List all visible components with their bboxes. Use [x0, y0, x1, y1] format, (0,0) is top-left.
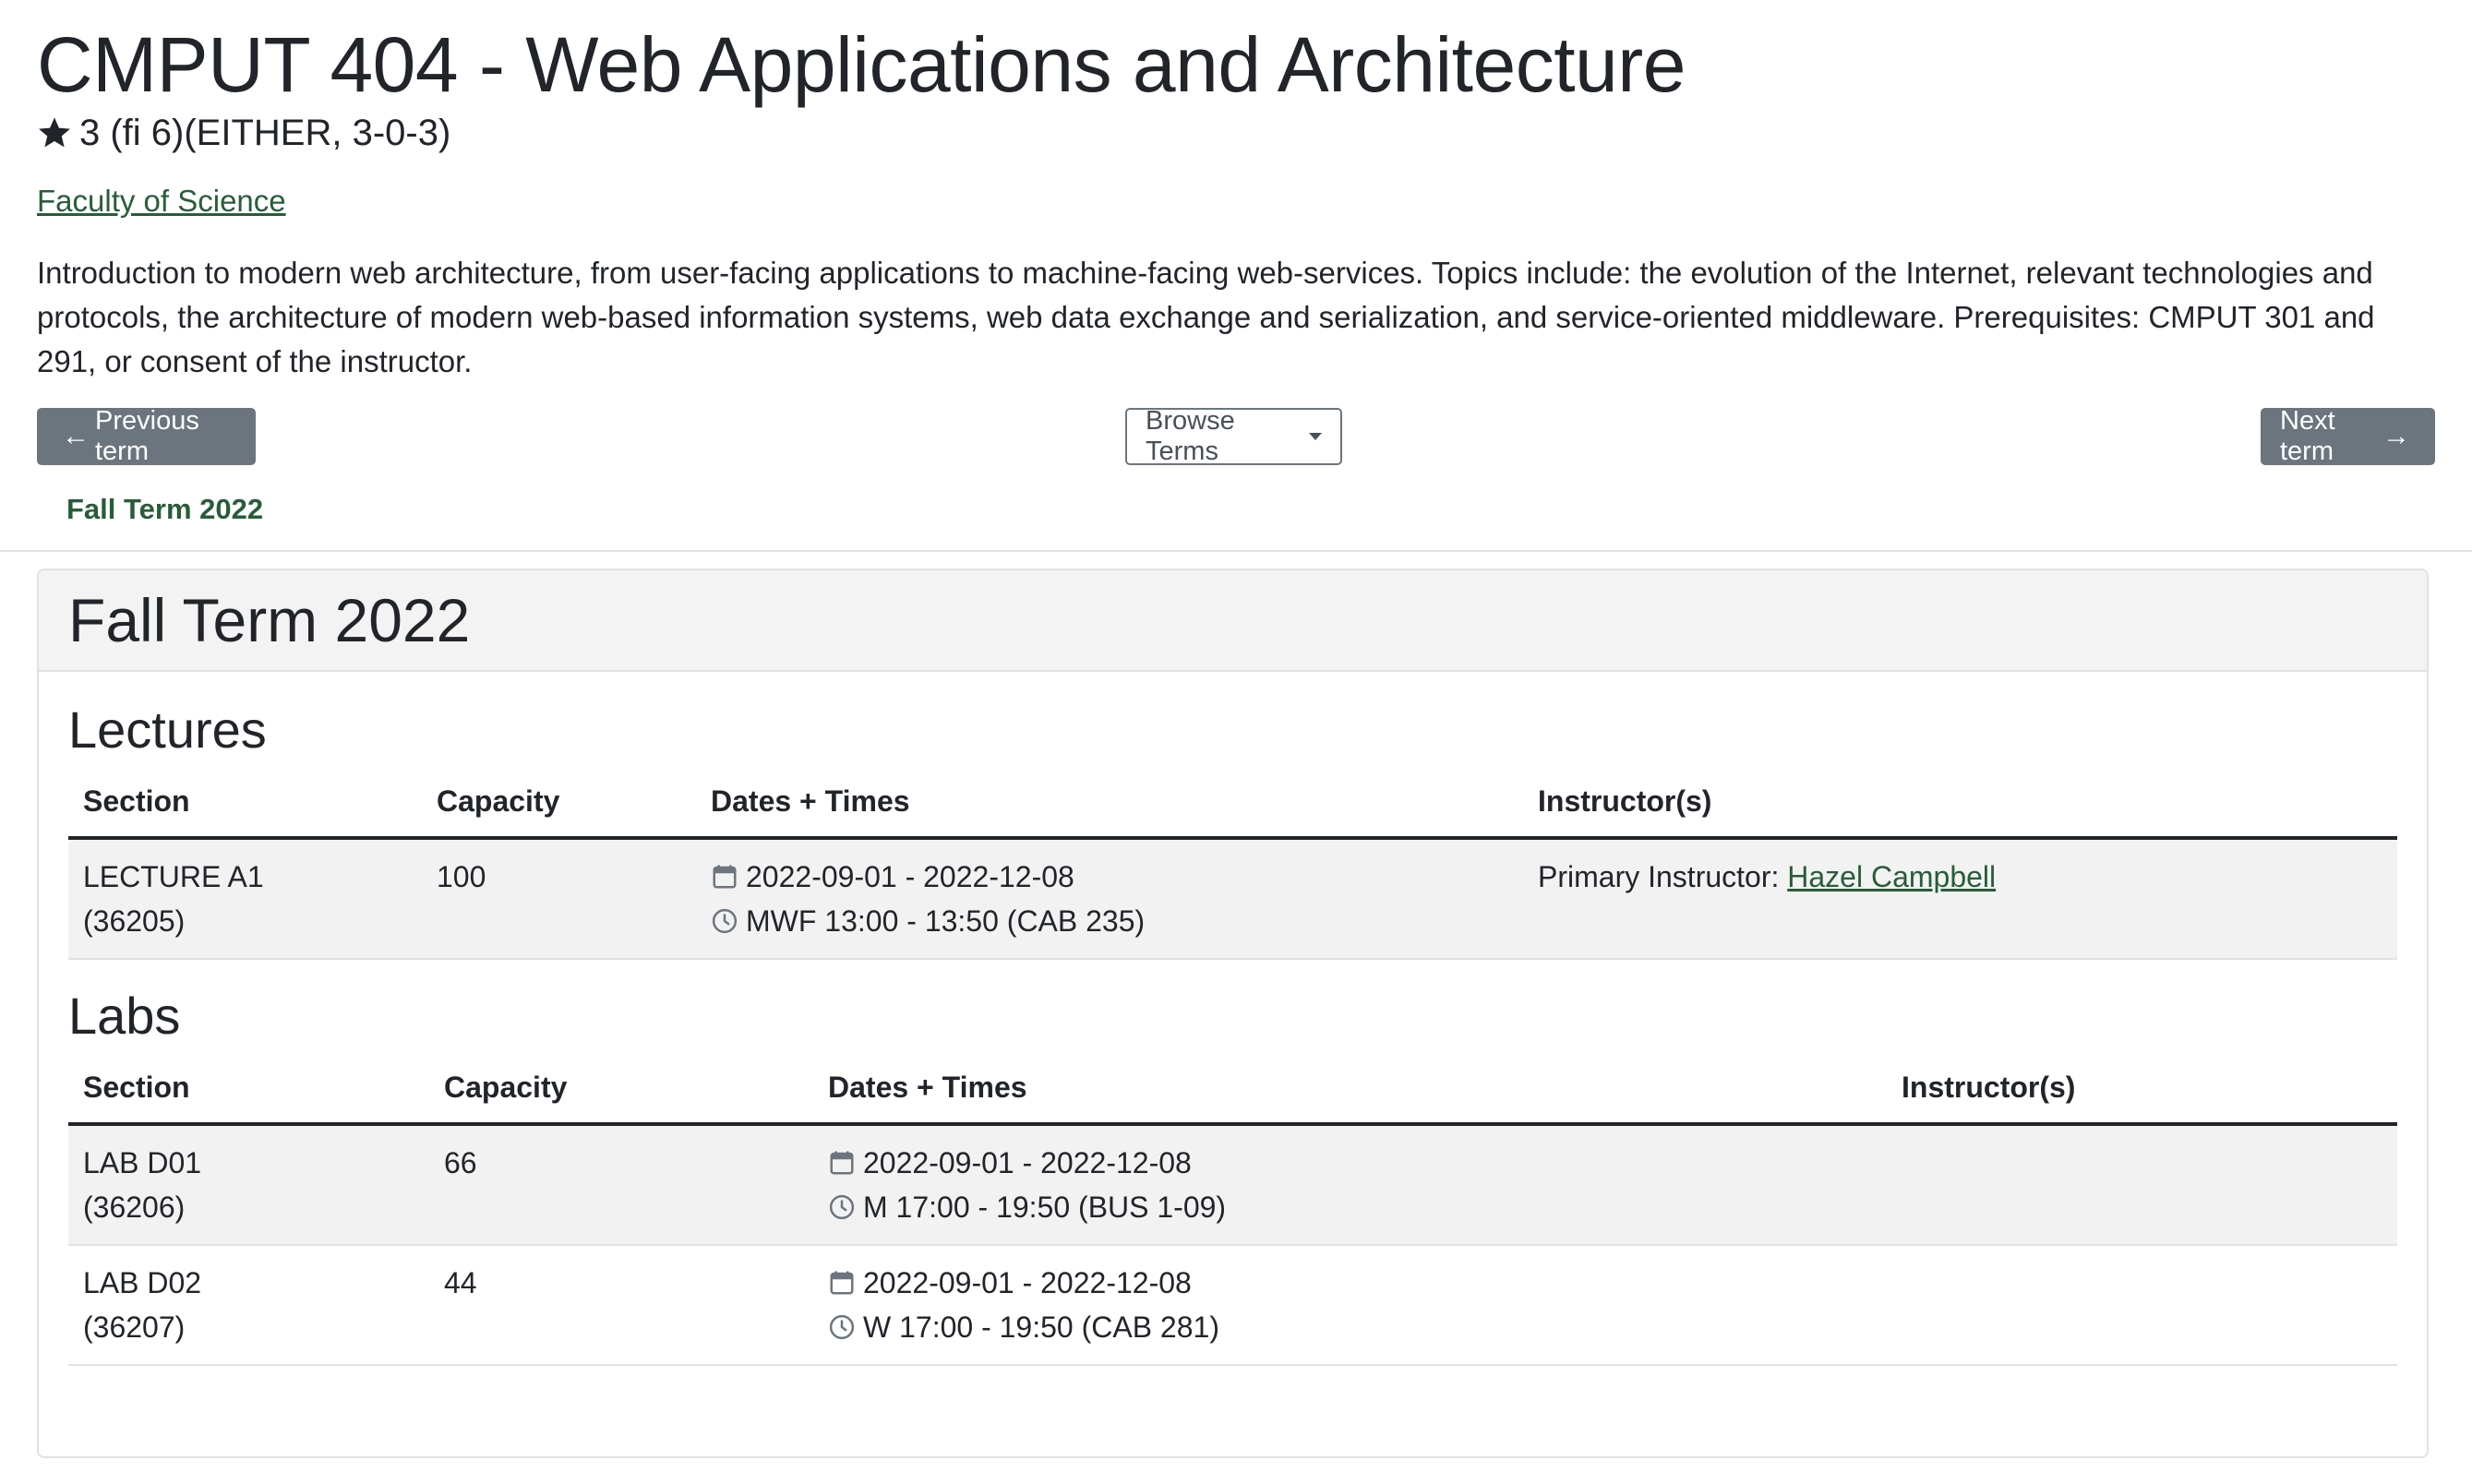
meeting-time: M 17:00 - 19:50 (BUS 1-09): [828, 1185, 1872, 1229]
meeting-time: MWF 13:00 - 13:50 (CAB 235): [711, 899, 1508, 943]
dates-times-cell: 2022-09-01 - 2022-12-08 M 17:00 - 19:50 …: [813, 1124, 1887, 1246]
current-term-label: Fall Term 2022: [66, 493, 264, 525]
capacity-cell: 100: [422, 838, 696, 960]
arrow-left-icon: ←: [62, 421, 90, 451]
next-term-button[interactable]: Next term →: [2261, 406, 2435, 466]
date-range: 2022-09-01 - 2022-12-08: [828, 1261, 1872, 1305]
section-cell: LECTURE A1 (36205): [68, 838, 422, 960]
term-card: Fall Term 2022 Lectures Section Capacity…: [37, 568, 2429, 1458]
lectures-heading: Lectures: [68, 700, 267, 759]
column-header-instructors: Instructor(s): [1887, 1069, 2397, 1126]
lectures-table: Section Capacity Dates + Times Instructo…: [68, 783, 2397, 960]
instructor-cell: [1887, 1124, 2397, 1246]
section-cell: LAB D02 (36207): [68, 1245, 429, 1366]
header-divider: [0, 550, 2472, 552]
date-range-text: 2022-09-01 - 2022-12-08: [863, 1266, 1192, 1299]
date-range-text: 2022-09-01 - 2022-12-08: [746, 860, 1074, 893]
calendar-icon: [830, 1271, 854, 1295]
column-header-section: Section: [68, 1069, 429, 1126]
course-title: CMPUT 404 - Web Applications and Archite…: [37, 21, 1686, 108]
capacity-cell: 44: [429, 1245, 813, 1366]
meeting-time: W 17:00 - 19:50 (CAB 281): [828, 1305, 1872, 1349]
instructor-link[interactable]: Hazel Campbell: [1787, 860, 1996, 893]
meeting-time-text: MWF 13:00 - 13:50 (CAB 235): [746, 904, 1146, 938]
capacity-cell: 66: [429, 1124, 813, 1246]
table-header-row: Section Capacity Dates + Times Instructo…: [68, 1069, 2397, 1126]
column-header-capacity: Capacity: [422, 783, 696, 840]
previous-term-label: Previous term: [95, 406, 199, 466]
section-name: LECTURE A1: [83, 860, 264, 893]
table-row: LAB D01 (36206) 66 2022-09-01 - 2022-12-…: [68, 1124, 2397, 1246]
section-name: LAB D01: [83, 1146, 202, 1179]
arrow-right-icon: →: [2382, 421, 2410, 451]
caret-down-icon: [1309, 433, 1322, 440]
dates-times-cell: 2022-09-01 - 2022-12-08 W 17:00 - 19:50 …: [813, 1245, 1887, 1366]
table-row: LAB D02 (36207) 44 2022-09-01 - 2022-12-…: [68, 1245, 2397, 1366]
term-card-body: Lectures Section Capacity Dates + Times …: [39, 698, 2427, 1366]
column-header-dates-times: Dates + Times: [813, 1069, 1887, 1126]
table-header-row: Section Capacity Dates + Times Instructo…: [68, 783, 2397, 840]
clock-icon: [829, 1194, 855, 1220]
meeting-time-text: W 17:00 - 19:50 (CAB 281): [863, 1310, 1219, 1344]
labs-table: Section Capacity Dates + Times Instructo…: [68, 1069, 2397, 1366]
column-header-dates-times: Dates + Times: [696, 783, 1523, 840]
course-page: CMPUT 404 - Web Applications and Archite…: [0, 0, 2472, 1484]
instructor-cell: [1887, 1245, 2397, 1366]
previous-term-button[interactable]: ← Previous term: [37, 406, 256, 466]
browse-terms-label: Browse Terms: [1146, 406, 1235, 466]
course-description: Introduction to modern web architecture,…: [37, 256, 2375, 378]
browse-terms-dropdown[interactable]: Browse Terms: [1125, 406, 1342, 466]
table-row: LECTURE A1 (36205) 100 2022-09-01 - 2022…: [68, 838, 2397, 960]
section-id: (36206): [83, 1191, 186, 1224]
course-header: CMPUT 404 - Web Applications and Archite…: [0, 0, 2472, 528]
date-range: 2022-09-01 - 2022-12-08: [711, 855, 1508, 899]
section-id: (36205): [83, 904, 186, 938]
credits-line: 3 (fi 6)(EITHER, 3-0-3): [37, 109, 2435, 157]
date-range: 2022-09-01 - 2022-12-08: [828, 1141, 1872, 1185]
section-cell: LAB D01 (36206): [68, 1124, 429, 1246]
meeting-time-text: M 17:00 - 19:50 (BUS 1-09): [863, 1191, 1227, 1224]
clock-icon: [829, 1314, 855, 1340]
term-card-header: Fall Term 2022: [39, 570, 2427, 672]
column-header-section: Section: [68, 783, 422, 840]
instructor-cell: Primary Instructor: Hazel Campbell: [1523, 838, 2397, 960]
next-term-label: Next term: [2280, 406, 2335, 466]
star-icon: [39, 117, 70, 148]
section-name: LAB D02: [83, 1266, 202, 1299]
calendar-icon: [830, 1151, 854, 1175]
labs-heading: Labs: [68, 987, 181, 1045]
faculty-link[interactable]: Faculty of Science: [37, 183, 286, 220]
instructor-prefix: Primary Instructor:: [1538, 860, 1788, 893]
dates-times-cell: 2022-09-01 - 2022-12-08 MWF 13:00 - 13:5…: [696, 838, 1523, 960]
column-header-capacity: Capacity: [429, 1069, 813, 1126]
clock-icon: [712, 908, 738, 934]
term-card-title: Fall Term 2022: [68, 586, 471, 654]
section-id: (36207): [83, 1310, 186, 1344]
calendar-icon: [713, 865, 737, 889]
column-header-instructors: Instructor(s): [1523, 783, 2397, 840]
credits-text: 3 (fi 6)(EITHER, 3-0-3): [79, 113, 451, 153]
date-range-text: 2022-09-01 - 2022-12-08: [863, 1146, 1192, 1179]
term-navigation: ← Previous term Browse Terms Next term →: [37, 406, 2435, 473]
